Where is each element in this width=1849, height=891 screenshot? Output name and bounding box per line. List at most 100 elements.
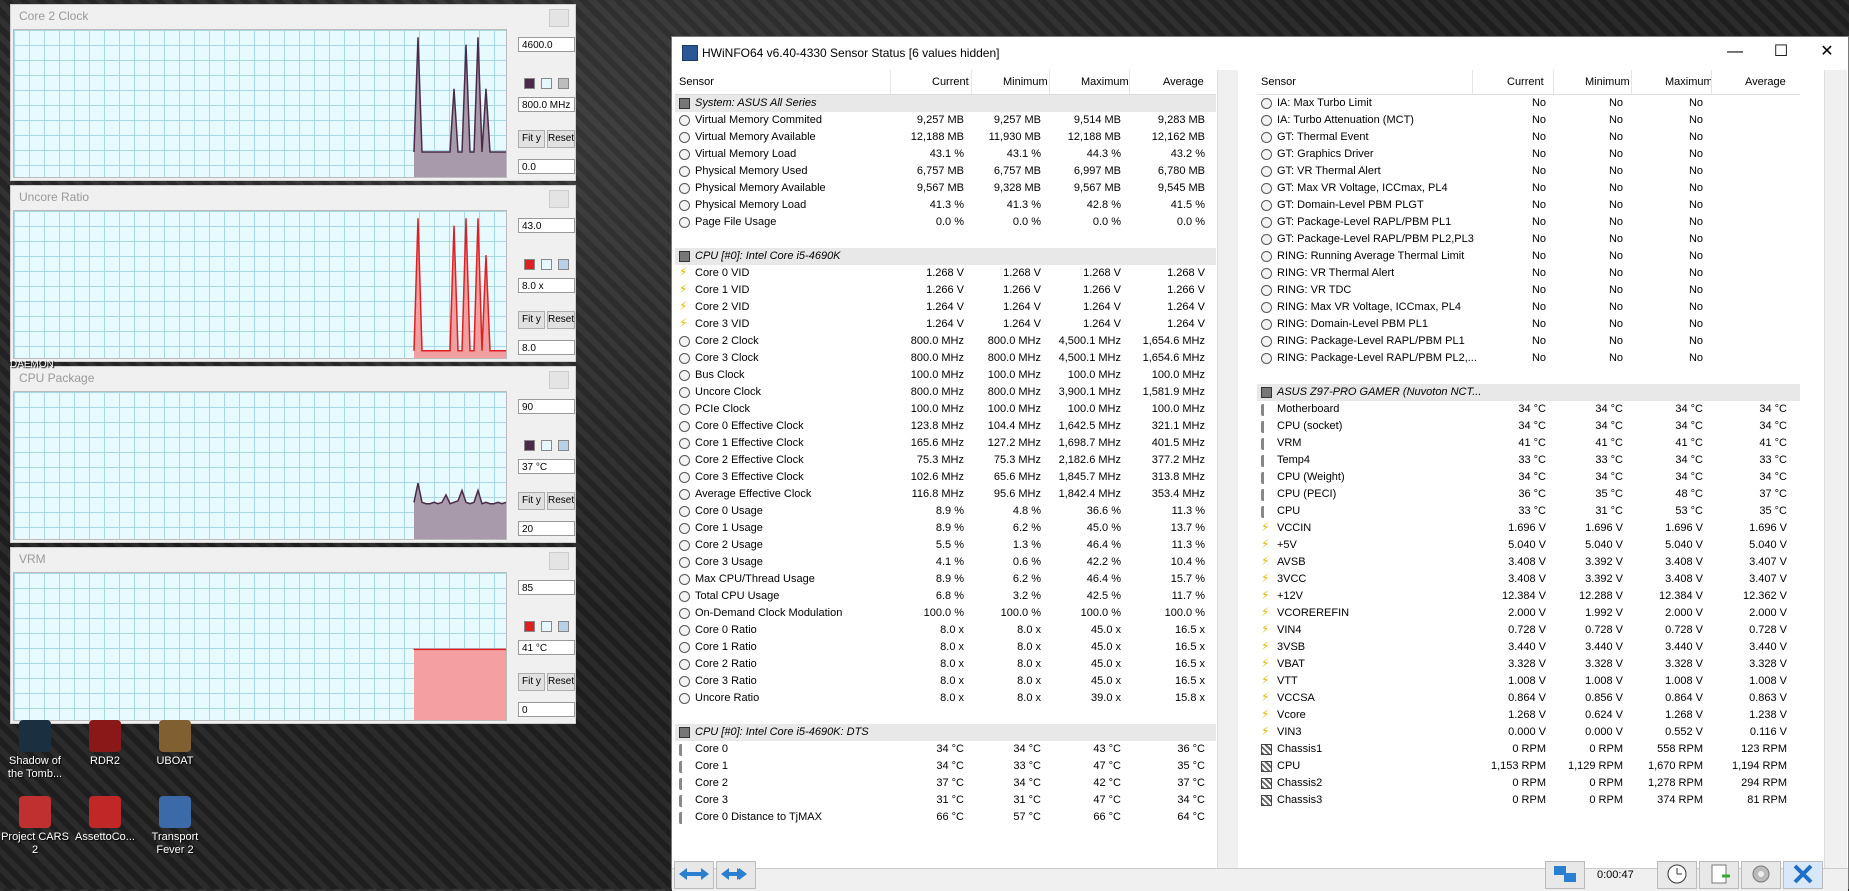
desktop-shortcut[interactable]: RDR2 <box>70 720 140 768</box>
desktop-shortcut[interactable]: UBOAT <box>140 720 210 768</box>
sensor-row[interactable]: RING: Running Average Thermal LimitNoNoN… <box>1257 248 1800 265</box>
fit-y-button[interactable]: Fit y <box>518 492 545 510</box>
sensor-graph-window[interactable]: VRM8541 °CFit yReset0 <box>10 547 576 724</box>
sensor-row[interactable]: ⚡VIN40.728 V0.728 V0.728 V0.728 V <box>1257 622 1800 639</box>
sensor-row[interactable]: PCIe Clock100.0 MHz100.0 MHz100.0 MHz100… <box>675 401 1216 418</box>
sensor-row[interactable]: Core 0 Ratio8.0 x8.0 x45.0 x16.5 x <box>675 622 1216 639</box>
sensor-row[interactable]: Average Effective Clock116.8 MHz95.6 MHz… <box>675 486 1216 503</box>
exit-button[interactable] <box>1783 861 1823 889</box>
sensor-row[interactable]: Max CPU/Thread Usage8.9 %6.2 %46.4 %15.7… <box>675 571 1216 588</box>
sensor-row[interactable]: Uncore Clock800.0 MHz800.0 MHz3,900.1 MH… <box>675 384 1216 401</box>
sensor-row[interactable]: Core 1 Effective Clock165.6 MHz127.2 MHz… <box>675 435 1216 452</box>
sensor-row[interactable]: GT: Max VR Voltage, ICCmax, PL4NoNoNo <box>1257 180 1800 197</box>
sensor-row[interactable]: Chassis20 RPM0 RPM1,278 RPM294 RPM <box>1257 775 1800 792</box>
sensor-row[interactable]: Bus Clock100.0 MHz100.0 MHz100.0 MHz100.… <box>675 367 1216 384</box>
sensor-group-row[interactable]: System: ASUS All Series <box>675 95 1216 112</box>
grid-color-swatch[interactable] <box>558 259 569 270</box>
sensor-row[interactable]: ⚡VCCIN1.696 V1.696 V1.696 V1.696 V <box>1257 520 1800 537</box>
sensor-row[interactable]: Virtual Memory Load43.1 %43.1 %44.3 %43.… <box>675 146 1216 163</box>
col-current[interactable]: Current <box>932 76 969 88</box>
reset-button[interactable]: Reset <box>547 492 575 510</box>
sensor-row[interactable]: ⚡Core 1 VID1.266 V1.266 V1.266 V1.266 V <box>675 282 1216 299</box>
sensor-row[interactable]: ⚡+5V5.040 V5.040 V5.040 V5.040 V <box>1257 537 1800 554</box>
sensor-row[interactable]: RING: Max VR Voltage, ICCmax, PL4NoNoNo <box>1257 299 1800 316</box>
sensor-group-row[interactable]: CPU [#0]: Intel Core i5-4690K: DTS <box>675 724 1216 741</box>
sensor-row[interactable]: ⚡VTT1.008 V1.008 V1.008 V1.008 V <box>1257 673 1800 690</box>
sensor-graph-window[interactable]: CPU Package9037 °CFit yReset20 <box>10 366 576 543</box>
col-maximum[interactable]: Maximum <box>1665 76 1713 88</box>
col-sensor[interactable]: Sensor <box>679 76 714 88</box>
sensor-row[interactable]: ⚡VCCSA0.864 V0.856 V0.864 V0.863 V <box>1257 690 1800 707</box>
line-color-swatch[interactable] <box>524 621 535 632</box>
sensor-row[interactable]: Core 1 Ratio8.0 x8.0 x45.0 x16.5 x <box>675 639 1216 656</box>
sensor-row[interactable]: ⚡Core 0 VID1.268 V1.268 V1.268 V1.268 V <box>675 265 1216 282</box>
sensor-row[interactable]: Core 0 Usage8.9 %4.8 %36.6 %11.3 % <box>675 503 1216 520</box>
right-scrollbar[interactable] <box>1824 70 1847 868</box>
sensor-row[interactable]: Core 034 °C34 °C43 °C36 °C <box>675 741 1216 758</box>
sensor-row[interactable]: IA: Max Turbo LimitNoNoNo <box>1257 95 1800 112</box>
sensor-row[interactable]: Core 3 Ratio8.0 x8.0 x45.0 x16.5 x <box>675 673 1216 690</box>
sensor-row[interactable]: IA: Turbo Attenuation (MCT)NoNoNo <box>1257 112 1800 129</box>
sensor-row[interactable]: Uncore Ratio8.0 x8.0 x39.0 x15.8 x <box>675 690 1216 707</box>
sensor-row[interactable]: RING: Domain-Level PBM PL1NoNoNo <box>1257 316 1800 333</box>
sensor-row[interactable]: CPU33 °C31 °C53 °C35 °C <box>1257 503 1800 520</box>
line-color-swatch[interactable] <box>524 440 535 451</box>
desktop-shortcut[interactable]: AssettoCo... <box>70 796 140 844</box>
reset-button[interactable]: Reset <box>547 311 575 329</box>
grid-color-swatch[interactable] <box>558 78 569 89</box>
report-button[interactable] <box>1699 861 1739 889</box>
sensor-group-row[interactable]: CPU [#0]: Intel Core i5-4690K <box>675 248 1216 265</box>
sensor-row[interactable]: On-Demand Clock Modulation100.0 %100.0 %… <box>675 605 1216 622</box>
bg-color-swatch[interactable] <box>541 621 552 632</box>
prev-arrows-button[interactable] <box>674 861 714 889</box>
sensor-row[interactable]: CPU (Weight)34 °C34 °C34 °C34 °C <box>1257 469 1800 486</box>
grid-color-swatch[interactable] <box>558 440 569 451</box>
sensor-row[interactable]: ⚡3VCC3.408 V3.392 V3.408 V3.407 V <box>1257 571 1800 588</box>
bg-color-swatch[interactable] <box>541 259 552 270</box>
sensor-row[interactable]: Core 0 Effective Clock123.8 MHz104.4 MHz… <box>675 418 1216 435</box>
desktop-shortcut[interactable]: Transport Fever 2 <box>140 796 210 857</box>
sensor-row[interactable]: Core 3 Clock800.0 MHz800.0 MHz4,500.1 MH… <box>675 350 1216 367</box>
sensor-row[interactable]: GT: VR Thermal AlertNoNoNo <box>1257 163 1800 180</box>
sensor-row[interactable]: Total CPU Usage6.8 %3.2 %42.5 %11.7 % <box>675 588 1216 605</box>
sensor-group-row[interactable]: ASUS Z97-PRO GAMER (Nuvoton NCT... <box>1257 384 1800 401</box>
sensor-row[interactable]: ⚡AVSB3.408 V3.392 V3.408 V3.407 V <box>1257 554 1800 571</box>
sensor-row[interactable]: Core 0 Distance to TjMAX66 °C57 °C66 °C6… <box>675 809 1216 826</box>
left-sensor-list[interactable]: Sensor Current Minimum Maximum Average S… <box>675 70 1216 868</box>
bg-color-swatch[interactable] <box>541 440 552 451</box>
sensor-row[interactable]: GT: Graphics DriverNoNoNo <box>1257 146 1800 163</box>
sensor-row[interactable]: Core 134 °C33 °C47 °C35 °C <box>675 758 1216 775</box>
next-arrows-button[interactable] <box>716 861 756 889</box>
sensor-row[interactable]: ⚡Vcore1.268 V0.624 V1.268 V1.238 V <box>1257 707 1800 724</box>
sensor-row[interactable]: Core 2 Clock800.0 MHz800.0 MHz4,500.1 MH… <box>675 333 1216 350</box>
graph-close-button[interactable] <box>549 552 569 570</box>
right-sensor-list[interactable]: Sensor Current Minimum Maximum Average I… <box>1257 70 1800 868</box>
col-maximum[interactable]: Maximum <box>1081 76 1129 88</box>
sensor-row[interactable]: RING: VR TDCNoNoNo <box>1257 282 1800 299</box>
title-bar[interactable]: HWiNFO64 v6.40-4330 Sensor Status [6 val… <box>672 37 1848 69</box>
sensor-graph-window[interactable]: Core 2 Clock4600.0800.0 MHzFit yReset0.0 <box>10 4 576 181</box>
sensor-row[interactable]: GT: Package-Level RAPL/PBM PL1NoNoNo <box>1257 214 1800 231</box>
sensor-row[interactable]: RING: Package-Level RAPL/PBM PL2,...NoNo… <box>1257 350 1800 367</box>
sensor-row[interactable]: ⚡VBAT3.328 V3.328 V3.328 V3.328 V <box>1257 656 1800 673</box>
sensor-row[interactable]: Temp433 °C33 °C34 °C33 °C <box>1257 452 1800 469</box>
desktop-shortcut[interactable]: Project CARS 2 <box>0 796 70 857</box>
minimize-button[interactable]: — <box>1712 37 1758 67</box>
sensor-row[interactable]: Chassis10 RPM0 RPM558 RPM123 RPM <box>1257 741 1800 758</box>
sensor-row[interactable]: Physical Memory Available9,567 MB9,328 M… <box>675 180 1216 197</box>
fit-y-button[interactable]: Fit y <box>518 130 545 148</box>
sensor-row[interactable]: Core 331 °C31 °C47 °C34 °C <box>675 792 1216 809</box>
fit-y-button[interactable]: Fit y <box>518 311 545 329</box>
settings-button[interactable] <box>1741 861 1781 889</box>
sensor-row[interactable]: CPU1,153 RPM1,129 RPM1,670 RPM1,194 RPM <box>1257 758 1800 775</box>
sensor-row[interactable]: Chassis30 RPM0 RPM374 RPM81 RPM <box>1257 792 1800 809</box>
maximize-button[interactable]: ☐ <box>1758 37 1804 67</box>
sensor-row[interactable]: GT: Package-Level RAPL/PBM PL2,PL3NoNoNo <box>1257 231 1800 248</box>
sensor-row[interactable]: Virtual Memory Available12,188 MB11,930 … <box>675 129 1216 146</box>
sensor-row[interactable]: Core 3 Effective Clock102.6 MHz65.6 MHz1… <box>675 469 1216 486</box>
desktop-shortcut[interactable]: Shadow of the Tomb... <box>0 720 70 781</box>
close-button[interactable]: ✕ <box>1804 37 1849 67</box>
graph-close-button[interactable] <box>549 190 569 208</box>
sensor-row[interactable]: Physical Memory Used6,757 MB6,757 MB6,99… <box>675 163 1216 180</box>
sensor-row[interactable]: Page File Usage0.0 %0.0 %0.0 %0.0 % <box>675 214 1216 231</box>
